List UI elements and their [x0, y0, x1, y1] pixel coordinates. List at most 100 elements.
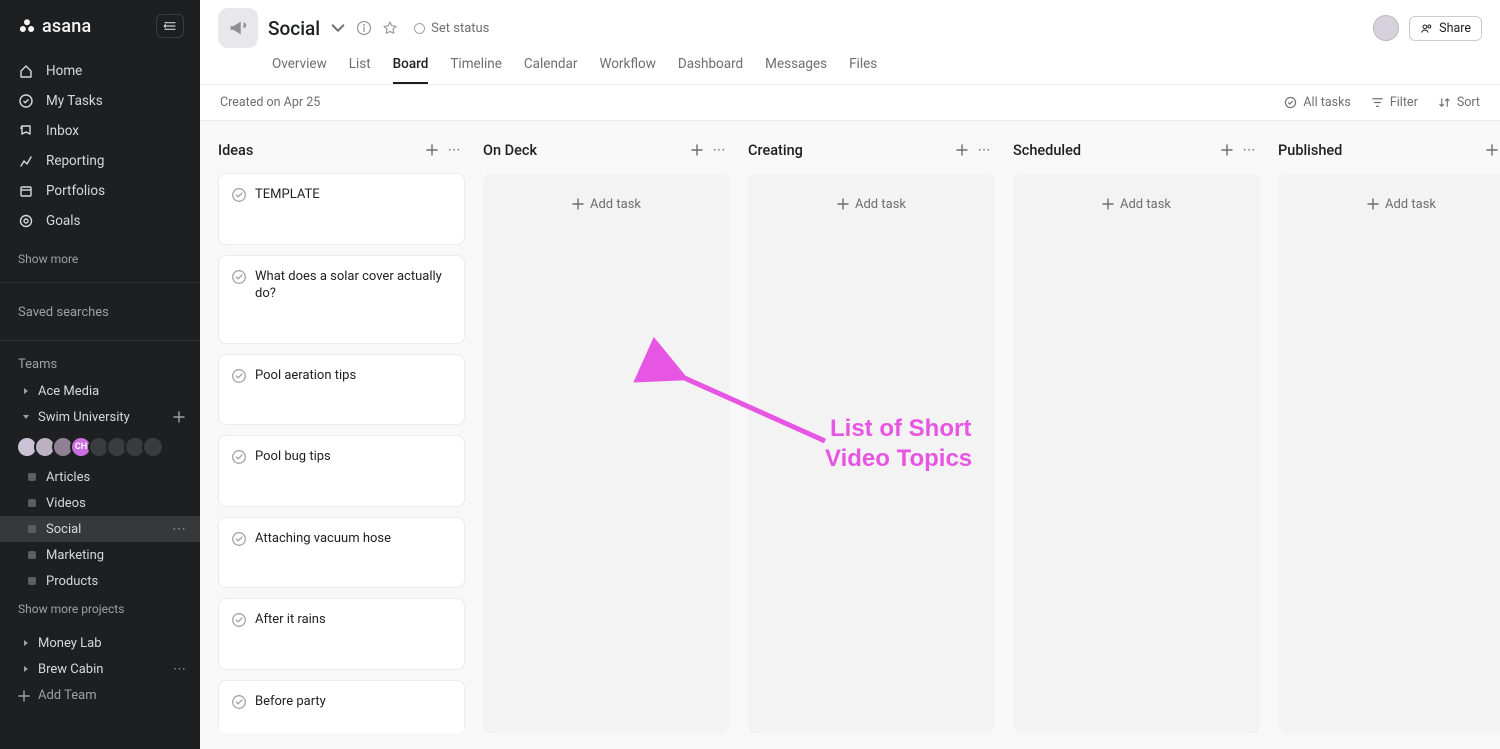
filter-button[interactable]: Filter — [1371, 95, 1418, 110]
sidebar-show-more[interactable]: Show more — [0, 242, 200, 282]
team-ace-media[interactable]: Ace Media — [0, 378, 200, 404]
column-title[interactable]: Published — [1278, 142, 1481, 159]
add-task-button[interactable]: Add task — [1021, 181, 1252, 227]
current-user-avatar[interactable] — [1373, 15, 1399, 41]
task-card[interactable]: Attaching vacuum hose — [218, 517, 465, 589]
sidebar-item-portfolios[interactable]: Portfolios — [0, 176, 200, 206]
add-task-label: Add task — [1385, 197, 1436, 212]
tab-list[interactable]: List — [349, 50, 371, 84]
avatar[interactable] — [142, 436, 164, 458]
column-body[interactable]: Add task — [748, 173, 995, 733]
tab-timeline[interactable]: Timeline — [450, 50, 502, 84]
sidebar-item-label: Home — [46, 63, 82, 79]
filter-label: Filter — [1390, 95, 1418, 110]
team-money-lab[interactable]: Money Lab — [0, 630, 200, 656]
project-label: Products — [46, 574, 98, 589]
sidebar-item-reporting[interactable]: Reporting — [0, 146, 200, 176]
sidebar-item-my-tasks[interactable]: My Tasks — [0, 86, 200, 116]
sidebar-item-label: Goals — [46, 213, 81, 229]
add-to-team-icon[interactable] — [172, 410, 186, 424]
set-status-button[interactable]: Set status — [414, 21, 489, 36]
project-label: Articles — [46, 470, 90, 485]
collapse-sidebar-button[interactable] — [156, 14, 184, 38]
column-body[interactable]: Add task — [1278, 173, 1500, 733]
add-task-icon[interactable] — [686, 139, 708, 161]
project-social[interactable]: Social⋯ — [0, 516, 200, 542]
column-title[interactable]: On Deck — [483, 142, 686, 159]
column-more-icon[interactable]: ⋯ — [1238, 139, 1260, 161]
column-body[interactable]: Add task — [1013, 173, 1260, 733]
complete-task-icon[interactable] — [231, 269, 247, 285]
sidebar-item-goals[interactable]: Goals — [0, 206, 200, 236]
complete-task-icon[interactable] — [231, 531, 247, 547]
saved-searches-heading[interactable]: Saved searches — [0, 287, 200, 326]
show-more-projects[interactable]: Show more projects — [0, 594, 200, 630]
add-task-button[interactable]: Add task — [1286, 181, 1500, 227]
tab-overview[interactable]: Overview — [272, 50, 327, 84]
complete-task-icon[interactable] — [231, 694, 247, 710]
chevron-down-icon[interactable] — [330, 20, 346, 36]
column-body[interactable]: TEMPLATE What does a solar cover actually… — [218, 173, 465, 733]
main: Social Set status Share OverviewL — [200, 0, 1500, 749]
column-title[interactable]: Scheduled — [1013, 142, 1216, 159]
column-body[interactable]: Add task — [483, 173, 730, 733]
complete-task-icon[interactable] — [231, 187, 247, 203]
project-title[interactable]: Social — [268, 17, 320, 40]
column-more-icon[interactable]: ⋯ — [443, 139, 465, 161]
task-card[interactable]: TEMPLATE — [218, 173, 465, 245]
complete-task-icon[interactable] — [231, 449, 247, 465]
team-swim-university[interactable]: Swim University — [0, 404, 200, 430]
add-task-label: Add task — [590, 197, 641, 212]
sidebar-item-inbox[interactable]: Inbox — [0, 116, 200, 146]
sidebar-item-home[interactable]: Home — [0, 56, 200, 86]
task-card[interactable]: Pool aeration tips — [218, 354, 465, 426]
tab-board[interactable]: Board — [393, 50, 429, 84]
project-products[interactable]: Products⋯ — [0, 568, 200, 594]
team-label: Money Lab — [38, 636, 102, 651]
task-card[interactable]: After it rains — [218, 598, 465, 670]
column-more-icon[interactable]: ⋯ — [973, 139, 995, 161]
portfolios-icon — [18, 183, 34, 199]
all-tasks-filter[interactable]: All tasks — [1284, 95, 1350, 110]
more-icon[interactable]: ⋯ — [172, 521, 186, 537]
add-task-icon[interactable] — [421, 139, 443, 161]
project-videos[interactable]: Videos⋯ — [0, 490, 200, 516]
add-task-button[interactable]: Add task — [491, 181, 722, 227]
add-team-button[interactable]: Add Team — [0, 682, 200, 709]
project-color-dot — [28, 473, 36, 481]
column-title[interactable]: Creating — [748, 142, 951, 159]
team-avatars: CH — [0, 430, 200, 464]
project-marketing[interactable]: Marketing⋯ — [0, 542, 200, 568]
tab-files[interactable]: Files — [849, 50, 877, 84]
column-more-icon[interactable]: ⋯ — [708, 139, 730, 161]
complete-task-icon[interactable] — [231, 612, 247, 628]
plus-icon — [572, 198, 584, 210]
project-articles[interactable]: Articles⋯ — [0, 464, 200, 490]
add-task-icon[interactable] — [1216, 139, 1238, 161]
more-icon[interactable]: ⋯ — [173, 662, 186, 677]
star-icon[interactable] — [382, 20, 398, 36]
column-ideas: Ideas ⋯ TEMPLATE What does a solar cover ac… — [218, 137, 465, 733]
sidebar: asana Home My Tasks Inbox ReportingPortfoli… — [0, 0, 200, 749]
add-task-icon[interactable] — [1481, 139, 1500, 161]
complete-task-icon[interactable] — [231, 368, 247, 384]
tab-dashboard[interactable]: Dashboard — [678, 50, 743, 84]
task-card[interactable]: Before party — [218, 680, 465, 733]
info-icon[interactable] — [356, 20, 372, 36]
task-card[interactable]: What does a solar cover actually do? — [218, 255, 465, 344]
task-card[interactable]: Pool bug tips — [218, 435, 465, 507]
share-label: Share — [1439, 21, 1471, 36]
tab-workflow[interactable]: Workflow — [599, 50, 655, 84]
set-status-label: Set status — [431, 21, 489, 36]
brand-logo[interactable]: asana — [18, 16, 91, 37]
sort-button[interactable]: Sort — [1438, 95, 1480, 110]
sidebar-item-label: Inbox — [46, 123, 79, 139]
tab-messages[interactable]: Messages — [765, 50, 827, 84]
tab-calendar[interactable]: Calendar — [524, 50, 578, 84]
team-brew-cabin[interactable]: Brew Cabin ⋯ — [0, 656, 200, 682]
share-button[interactable]: Share — [1409, 16, 1482, 41]
add-task-button[interactable]: Add task — [756, 181, 987, 227]
add-task-icon[interactable] — [951, 139, 973, 161]
project-icon[interactable] — [218, 8, 258, 48]
column-title[interactable]: Ideas — [218, 142, 421, 159]
